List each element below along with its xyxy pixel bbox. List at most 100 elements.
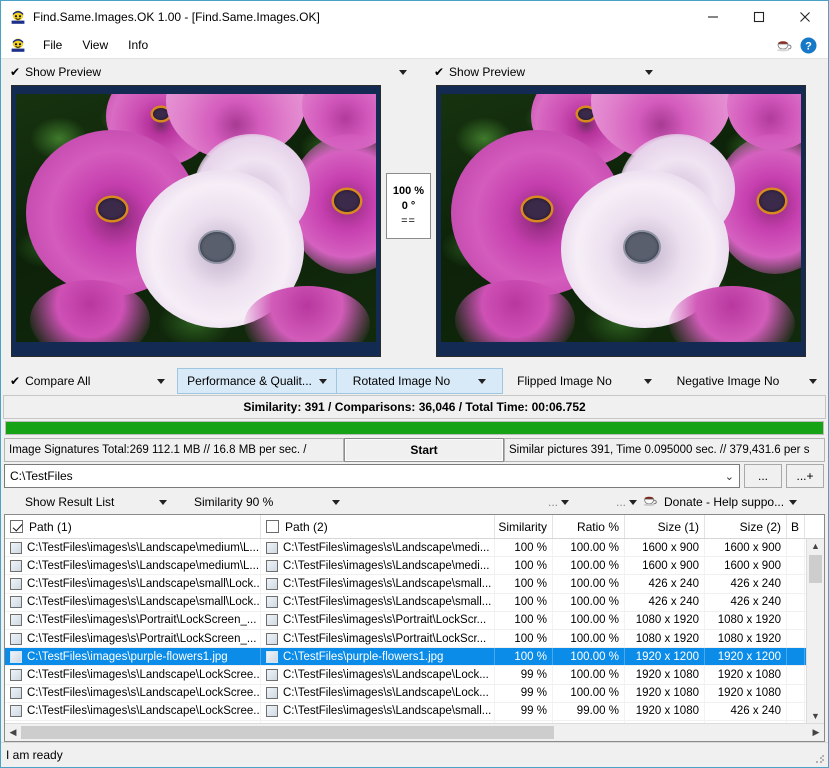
minimize-button[interactable]: [690, 2, 736, 32]
preview-image-left[interactable]: [11, 85, 381, 357]
chevron-down-icon[interactable]: [332, 499, 340, 505]
table-row[interactable]: C:\TestFiles\images\purple-flowers1.jpg C…: [5, 648, 824, 667]
chevron-down-icon[interactable]: [157, 378, 165, 384]
select-all-path2-checkbox[interactable]: [266, 520, 279, 533]
chevron-down-icon[interactable]: [159, 499, 167, 505]
folder-path-input[interactable]: C:\TestFiles ⌄: [4, 464, 740, 488]
resize-grip-icon[interactable]: [815, 754, 825, 764]
chevron-down-icon[interactable]: [629, 499, 637, 505]
cell-path1: C:\TestFiles\images\s\Portrait\LockScree…: [5, 629, 261, 648]
vertical-scrollbar-thumb[interactable]: [809, 555, 822, 583]
chevron-down-icon[interactable]: [398, 69, 407, 75]
table-row[interactable]: C:\TestFiles\images\s\Landscape\LockScre…: [5, 702, 824, 721]
extra-options-2-dropdown[interactable]: ...: [581, 495, 641, 509]
start-button[interactable]: Start: [344, 438, 504, 462]
title-bar: Find.Same.Images.OK 1.00 - [Find.Same.Im…: [1, 1, 828, 32]
coffee-cup-icon[interactable]: [774, 37, 794, 53]
cell-path1: C:\TestFiles\images\s\Landscape\LockScre…: [5, 684, 261, 702]
chevron-down-icon[interactable]: [645, 69, 653, 75]
table-row[interactable]: C:\TestFiles\images\s\Landscape\medium\L…: [5, 557, 824, 576]
option-performance-quality[interactable]: Performance & Qualit...: [177, 368, 337, 394]
image-thumbnail-icon: [10, 614, 22, 627]
cell-similarity: 100 %: [495, 611, 553, 629]
table-row[interactable]: C:\TestFiles\images\s\Portrait\LockScree…: [5, 611, 824, 630]
cell-b: [787, 575, 805, 593]
extra-options-1-label: ...: [547, 495, 558, 509]
cell-size1: 1600 x 900: [625, 557, 705, 575]
show-result-list-dropdown[interactable]: Show Result List: [1, 495, 181, 509]
column-header-size2[interactable]: Size (2): [705, 515, 787, 538]
donate-button[interactable]: Donate - Help suppo...: [641, 493, 828, 511]
show-preview-left-label: Show Preview: [25, 65, 102, 79]
menu-item-file[interactable]: File: [34, 35, 71, 55]
help-question-icon[interactable]: ?: [800, 37, 817, 54]
cell-size1: 1920 x 1200: [625, 648, 705, 666]
column-header-similarity[interactable]: Similarity: [495, 515, 553, 538]
scroll-right-icon[interactable]: ▶: [808, 727, 824, 738]
cell-ratio: 100.00 %: [553, 557, 625, 575]
cell-size1: 1080 x 1920: [625, 629, 705, 648]
cell-path2: C:\TestFiles\purple-flowers1.jpg: [261, 648, 495, 666]
horizontal-scroll-track[interactable]: [21, 724, 808, 741]
option-flipped-image-label: Flipped Image No: [517, 374, 612, 388]
column-header-path2[interactable]: Path (2): [261, 515, 495, 538]
column-header-b[interactable]: B: [787, 515, 805, 538]
options-bar: ✔ Compare All Performance & Qualit... Ro…: [1, 368, 828, 394]
chevron-down-icon[interactable]: ⌄: [725, 470, 734, 483]
chevron-down-icon[interactable]: [318, 378, 327, 384]
preview-image-right[interactable]: [436, 85, 806, 357]
cell-size2: 426 x 240: [705, 593, 787, 611]
check-icon: ✔: [10, 374, 21, 388]
cell-ratio: 100.00 %: [553, 575, 625, 593]
extra-options-1-dropdown[interactable]: ...: [356, 495, 581, 509]
option-negative-image[interactable]: Negative Image No: [666, 368, 828, 394]
select-all-path1-checkbox[interactable]: [10, 520, 23, 533]
table-row[interactable]: C:\TestFiles\images\s\Landscape\small\Lo…: [5, 593, 824, 612]
extra-options-2-label: ...: [615, 495, 626, 509]
show-preview-right[interactable]: ✔ Show Preview: [425, 59, 828, 85]
column-header-ratio[interactable]: Ratio %: [553, 515, 625, 538]
table-row[interactable]: C:\TestFiles\images\s\Landscape\LockScre…: [5, 684, 824, 703]
cell-similarity: 99 %: [495, 684, 553, 702]
add-folder-button[interactable]: ...+: [786, 464, 824, 488]
cell-size2: 1600 x 900: [705, 557, 787, 575]
table-row[interactable]: C:\TestFiles\images\s\Landscape\small\Lo…: [5, 575, 824, 594]
horizontal-scrollbar-thumb[interactable]: [21, 726, 554, 739]
close-button[interactable]: [782, 2, 828, 32]
chevron-down-icon[interactable]: [809, 378, 818, 384]
option-rotated-image[interactable]: Rotated Image No: [337, 368, 503, 394]
flower-center: [523, 198, 551, 220]
cell-path2: C:\TestFiles\images\s\Landscape\Lock...: [261, 684, 495, 702]
photo-left-canvas: [16, 94, 376, 342]
scroll-left-icon[interactable]: ◀: [5, 727, 21, 738]
cell-size2: 1920 x 1080: [705, 684, 787, 702]
scroll-down-icon[interactable]: ▼: [811, 709, 820, 723]
table-row[interactable]: C:\TestFiles\images\s\Portrait\LockScree…: [5, 629, 824, 649]
option-compare-all[interactable]: ✔ Compare All: [1, 368, 177, 394]
scroll-up-icon[interactable]: ▲: [811, 539, 820, 553]
menu-item-view[interactable]: View: [73, 35, 117, 55]
chevron-down-icon[interactable]: [561, 499, 569, 505]
chevron-down-icon[interactable]: [643, 378, 652, 384]
horizontal-scrollbar[interactable]: ◀ ▶: [5, 723, 824, 741]
image-thumbnail-icon: [266, 559, 278, 572]
table-row[interactable]: C:\TestFiles\images\s\Landscape\LockScre…: [5, 666, 824, 685]
table-row[interactable]: C:\TestFiles\images\s\Landscape\medium\L…: [5, 539, 824, 558]
menu-item-info[interactable]: Info: [119, 35, 157, 55]
chevron-down-icon[interactable]: [789, 499, 798, 505]
cell-ratio: 100.00 %: [553, 684, 625, 702]
chevron-down-icon[interactable]: [478, 378, 487, 384]
similarity-filter-dropdown[interactable]: Similarity 90 %: [181, 495, 356, 509]
cell-similarity: 99 %: [495, 702, 553, 720]
column-header-size1[interactable]: Size (1): [625, 515, 705, 538]
column-header-path1[interactable]: Path (1): [5, 515, 261, 538]
show-preview-left[interactable]: ✔ Show Preview: [1, 59, 425, 85]
maximize-button[interactable]: [736, 2, 782, 32]
cell-size1: 426 x 240: [625, 593, 705, 611]
browse-folder-button[interactable]: ...: [744, 464, 782, 488]
cell-path1: C:\TestFiles\images\purple-flowers1.jpg: [5, 648, 261, 666]
cell-path1: C:\TestFiles\images\s\Landscape\LockScre…: [5, 666, 261, 684]
option-flipped-image[interactable]: Flipped Image No: [503, 368, 666, 394]
table-body: C:\TestFiles\images\s\Landscape\medium\L…: [5, 539, 824, 723]
vertical-scrollbar[interactable]: ▲ ▼: [806, 539, 824, 723]
